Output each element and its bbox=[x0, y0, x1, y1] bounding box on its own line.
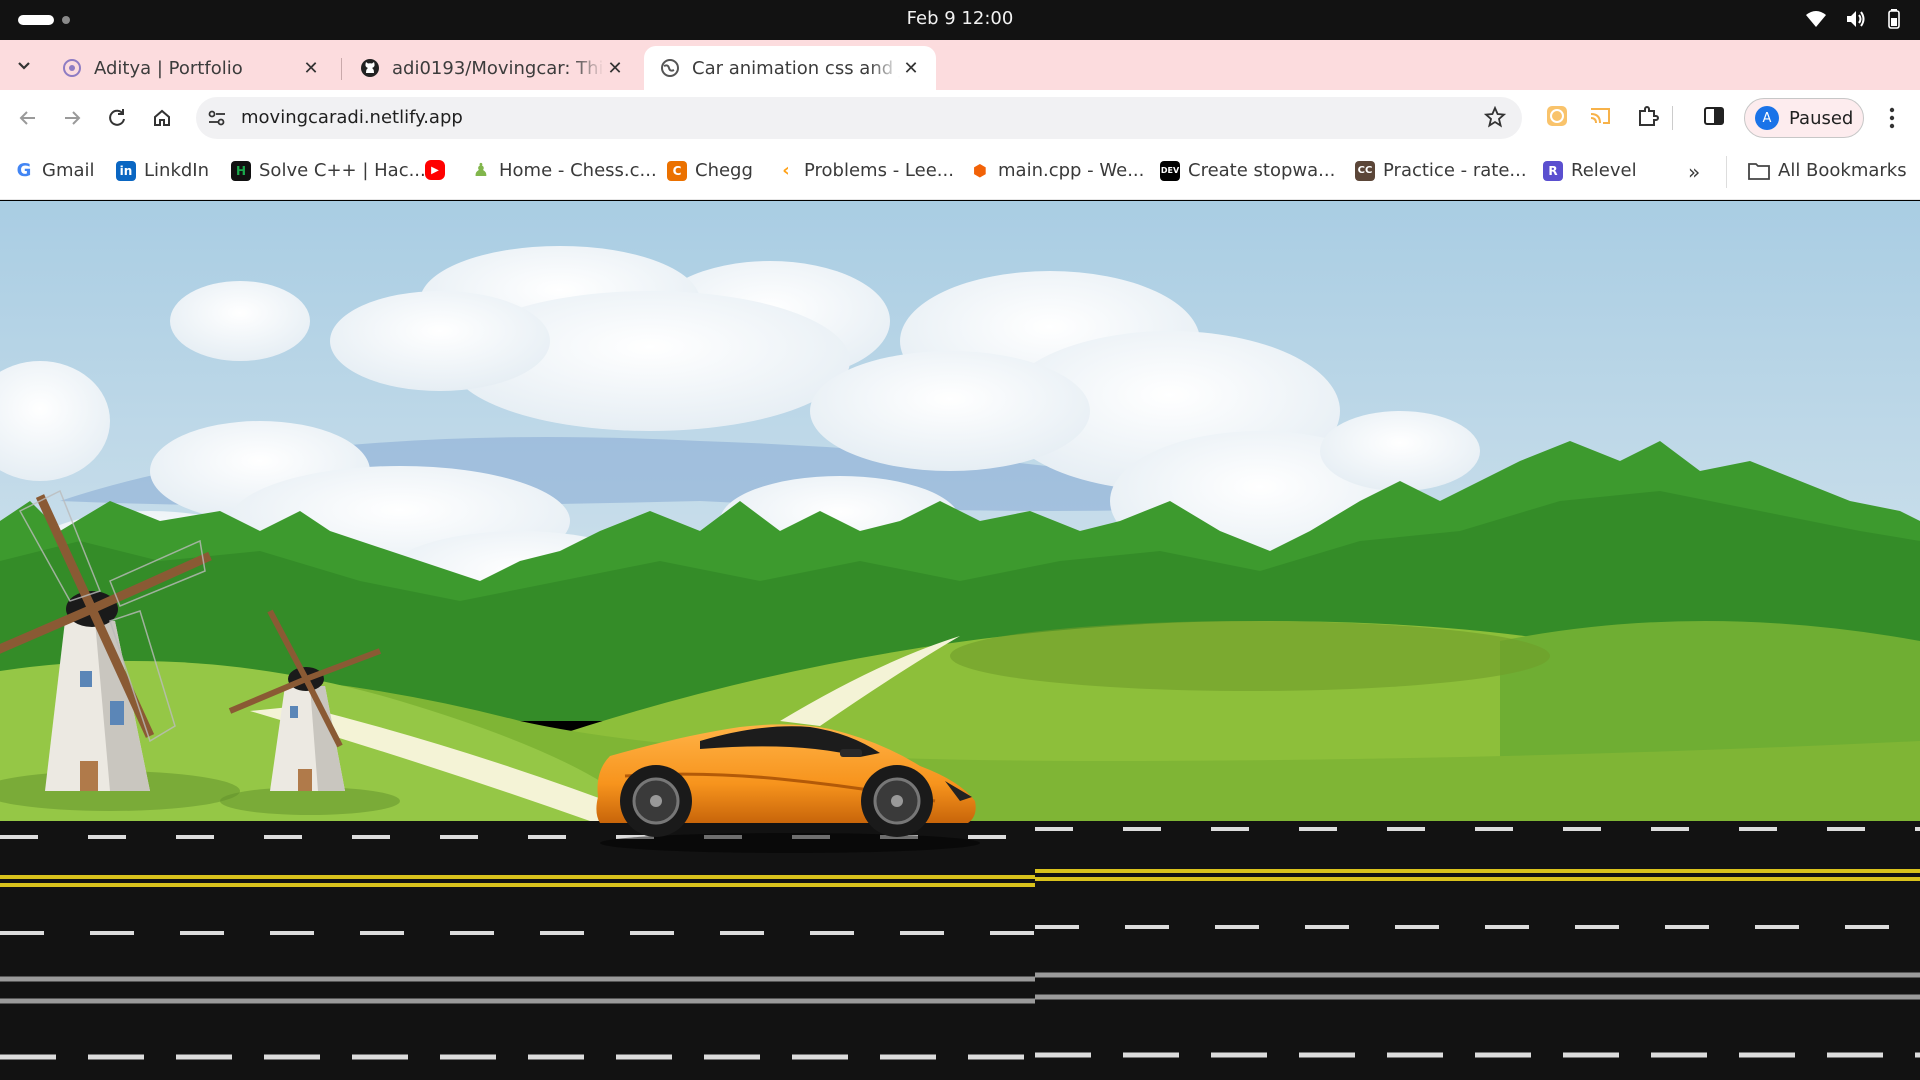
tab-search-button[interactable] bbox=[10, 52, 38, 80]
linkedin-icon: in bbox=[116, 160, 136, 181]
globe-icon bbox=[661, 59, 679, 77]
chegg-icon: C bbox=[667, 160, 687, 181]
browser-toolbar: movingcaradi.netlify.app A Paused bbox=[0, 90, 1920, 146]
close-icon[interactable]: ✕ bbox=[604, 57, 626, 79]
portfolio-favicon bbox=[63, 59, 81, 77]
side-panel-icon[interactable] bbox=[1702, 104, 1726, 128]
close-icon[interactable]: ✕ bbox=[900, 57, 922, 79]
bookmark-linkedin[interactable]: in LinkdIn bbox=[116, 160, 209, 181]
reload-button[interactable] bbox=[103, 104, 131, 132]
tab-title: Car animation css and ja bbox=[692, 57, 900, 79]
youtube-icon: ▶ bbox=[425, 160, 445, 180]
chess-icon: ♟ bbox=[472, 160, 490, 181]
tab-title: Aditya | Portfolio bbox=[94, 57, 243, 79]
bookmark-label: Home - Chess.c... bbox=[499, 160, 657, 181]
relevel-icon: R bbox=[1543, 160, 1563, 181]
bookmarks-bar: G Gmail in LinkdIn H Solve C++ | Hac... … bbox=[0, 146, 1920, 200]
bookmark-replit[interactable]: ⬢ main.cpp - We... bbox=[970, 160, 1144, 181]
tab-strip: Aditya | Portfolio ✕ adi0193/Movingcar: … bbox=[0, 40, 1920, 118]
arrow-left-icon bbox=[19, 111, 35, 125]
wifi-icon bbox=[1806, 11, 1826, 27]
bookmark-label: main.cpp - We... bbox=[998, 160, 1145, 181]
bookmark-dev[interactable]: DEV Create stopwa... bbox=[1160, 160, 1335, 181]
car-animation-scene bbox=[0, 201, 1920, 1080]
bookmark-label: Relevel bbox=[1571, 160, 1637, 181]
profile-status: Paused bbox=[1789, 107, 1854, 129]
kebab-menu-icon[interactable] bbox=[1882, 104, 1902, 132]
double-chevron-right-icon: » bbox=[1688, 160, 1701, 184]
bookmark-youtube[interactable]: ▶ bbox=[425, 160, 445, 180]
bookmarks-divider bbox=[1726, 156, 1727, 188]
bookmark-label: Create stopwa... bbox=[1188, 160, 1336, 181]
bookmark-label: Gmail bbox=[42, 160, 95, 181]
bookmark-relevel[interactable]: R Relevel bbox=[1543, 160, 1637, 181]
bookmark-label: Practice - rate... bbox=[1383, 160, 1527, 181]
address-bar[interactable]: movingcaradi.netlify.app bbox=[196, 97, 1522, 139]
bookmark-star-icon[interactable] bbox=[1484, 106, 1506, 128]
close-icon[interactable]: ✕ bbox=[300, 57, 322, 79]
bookmark-chess[interactable]: ♟ Home - Chess.c... bbox=[471, 160, 657, 181]
site-settings-icon[interactable] bbox=[206, 107, 228, 129]
bookmark-chegg[interactable]: C Chegg bbox=[667, 160, 753, 181]
toolbar-divider bbox=[1672, 106, 1673, 130]
bookmark-label: Chegg bbox=[695, 160, 753, 181]
arrow-right-icon bbox=[65, 111, 81, 125]
bookmark-label: Solve C++ | Hac... bbox=[259, 160, 426, 181]
volume-icon bbox=[1847, 11, 1865, 27]
page-viewport bbox=[0, 201, 1920, 1080]
extensions-puzzle-icon[interactable] bbox=[1636, 104, 1660, 128]
battery-icon bbox=[1888, 9, 1900, 29]
url-text[interactable]: movingcaradi.netlify.app bbox=[241, 107, 463, 128]
bookmark-label: LinkdIn bbox=[144, 160, 210, 181]
tab-github[interactable]: adi0193/Movingcar: This ✕ bbox=[344, 46, 640, 90]
bookmark-codechef[interactable]: CC Practice - rate... bbox=[1355, 160, 1527, 181]
home-button[interactable] bbox=[148, 104, 176, 132]
bookmark-hackerrank[interactable]: H Solve C++ | Hac... bbox=[231, 160, 426, 181]
bookmark-label: Problems - Lee... bbox=[804, 160, 954, 181]
google-icon: G bbox=[16, 160, 32, 181]
back-button[interactable] bbox=[14, 104, 42, 132]
replit-icon: ⬢ bbox=[973, 161, 987, 180]
cast-icon[interactable] bbox=[1589, 104, 1613, 128]
dev-icon: DEV bbox=[1160, 160, 1180, 181]
reload-icon bbox=[109, 109, 125, 126]
folder-icon bbox=[1748, 162, 1770, 180]
tab-title: adi0193/Movingcar: This bbox=[392, 57, 604, 79]
github-icon bbox=[361, 59, 379, 77]
leetcode-icon: ‹ bbox=[782, 160, 790, 181]
profile-button[interactable]: A Paused bbox=[1744, 98, 1864, 138]
extension-orange-icon[interactable] bbox=[1545, 104, 1569, 128]
hackerrank-icon: H bbox=[231, 160, 251, 181]
all-bookmarks-button[interactable]: All Bookmarks bbox=[1748, 160, 1907, 181]
road bbox=[0, 821, 1920, 1080]
forward-button[interactable] bbox=[58, 104, 86, 132]
avatar: A bbox=[1755, 106, 1779, 130]
codechef-icon: CC bbox=[1355, 160, 1375, 181]
system-clock[interactable]: Feb 9 12:00 bbox=[0, 8, 1920, 29]
more-bookmarks-button[interactable]: » bbox=[1688, 160, 1700, 184]
hill-highlight bbox=[950, 621, 1550, 691]
chevron-down-icon bbox=[18, 62, 30, 70]
all-bookmarks-label: All Bookmarks bbox=[1778, 160, 1907, 181]
home-icon bbox=[154, 109, 170, 126]
tab-car-animation[interactable]: Car animation css and ja ✕ bbox=[644, 46, 936, 90]
tab-divider bbox=[341, 58, 342, 80]
tab-portfolio[interactable]: Aditya | Portfolio ✕ bbox=[46, 46, 336, 90]
bookmark-gmail[interactable]: G Gmail bbox=[14, 160, 95, 181]
system-top-bar: Feb 9 12:00 bbox=[0, 0, 1920, 40]
bookmark-leetcode[interactable]: ‹ Problems - Lee... bbox=[776, 160, 954, 181]
system-tray[interactable] bbox=[1806, 9, 1900, 29]
